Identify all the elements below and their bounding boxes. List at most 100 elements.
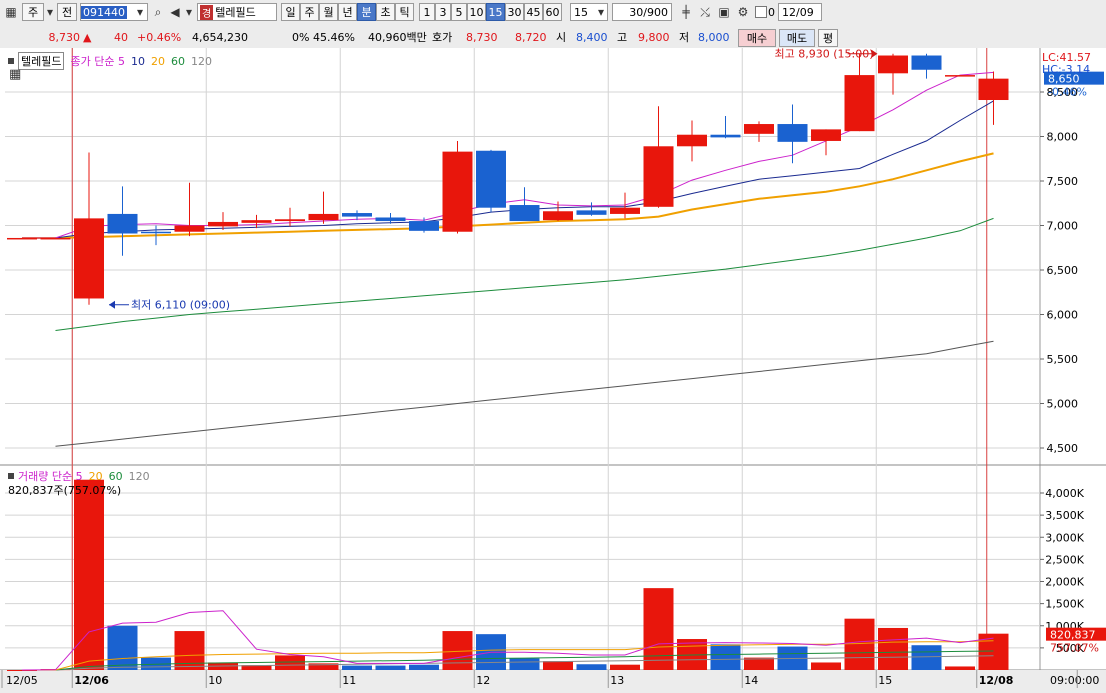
volume-bar [576, 664, 607, 670]
x-tick-label: 11 [342, 674, 356, 687]
date-field[interactable]: 12/09 [778, 3, 822, 21]
volume-bar [643, 588, 674, 670]
low-price: 8,000 [698, 30, 730, 44]
chevron-down-icon[interactable]: ▾ [183, 3, 195, 21]
candle-body [74, 218, 104, 299]
price-legend: 텔레필드 종가 단순 5 10 20 60 120 [8, 52, 212, 70]
candle-body [509, 205, 540, 222]
open-label: 시 [556, 31, 567, 44]
sell-button[interactable]: 매도 [779, 29, 815, 47]
eval-button[interactable]: 평 [818, 29, 838, 47]
period-button-3[interactable]: 년 [338, 3, 357, 21]
legend-ma10: 10 [130, 54, 145, 68]
candle-body [978, 78, 1009, 101]
volume-value: 4,654,230 [192, 30, 248, 44]
current-volume-pct: 757.07% [1050, 642, 1099, 655]
price-volume-chart[interactable]: 4,500 5,000 5,500 6,000 6,500 7,000 7,500 8,000… [0, 48, 1106, 693]
volume-bar [509, 658, 540, 670]
candle-body [610, 207, 640, 214]
candle-body [576, 210, 607, 215]
price-tick-label: 7,000 [1047, 220, 1079, 233]
low-label: 저 [679, 31, 690, 44]
trend-icon[interactable]: ⤯ [697, 3, 713, 21]
period-button-4[interactable]: 분 [357, 3, 376, 21]
candle-body [878, 55, 908, 74]
candle-body [442, 151, 473, 232]
price-tick-label: 7,500 [1047, 175, 1079, 188]
change-percent: +0.46% [137, 30, 182, 44]
speaker-icon[interactable]: ◀ [167, 3, 183, 21]
candle-body [174, 225, 205, 232]
high-label: 고 [617, 31, 628, 44]
chevron-down-icon[interactable]: ▾ [44, 3, 56, 21]
period-button-2[interactable]: 월 [319, 3, 338, 21]
stock-name-field[interactable]: 경 텔레필드 [197, 3, 277, 21]
candle-body [945, 75, 975, 77]
ask-price-2: 8,720 [515, 30, 547, 44]
minute-button-1[interactable]: 1 [419, 3, 435, 21]
candle-body [275, 219, 305, 222]
minute-button-3[interactable]: 3 [435, 3, 451, 21]
minute-button-10[interactable]: 10 [467, 3, 486, 21]
chevron-down-icon[interactable]: ▾ [133, 3, 147, 21]
candle-body [744, 124, 774, 134]
count-field[interactable]: 30/900 [612, 3, 672, 21]
volume-bar [911, 645, 942, 670]
checkbox[interactable] [755, 6, 767, 18]
price-tick-label: 8,000 [1047, 131, 1079, 144]
volume-current: 820,837주(757.07%) [8, 484, 122, 497]
price-tick-label: 6,500 [1047, 264, 1079, 277]
x-tick-label: 14 [744, 674, 758, 687]
volume-tick-label: 3,500K [1045, 509, 1084, 522]
minute-button-15[interactable]: 15 [486, 3, 505, 21]
x-tick-label: 15 [878, 674, 892, 687]
candle-body [811, 129, 841, 141]
chart-type-icon[interactable]: ▦ [3, 3, 19, 21]
minute-button-45[interactable]: 45 [524, 3, 543, 21]
candle-body [308, 213, 339, 221]
candle-body [777, 124, 808, 142]
period-button-6[interactable]: 틱 [395, 3, 414, 21]
x-tick-label: 12/05 [6, 674, 38, 687]
date-value: 12/09 [782, 5, 814, 19]
x-tick-label: 12 [476, 674, 490, 687]
volume-tick-label: 2,500K [1045, 553, 1084, 566]
x-tick-label: 10 [208, 674, 222, 687]
toolbar: ▦ 주 ▾ 전 091440 ▾ ⌕ ◀ ▾ 경 텔레필드 일주월년분초틱 13… [0, 0, 1106, 27]
prev-button[interactable]: 전 [57, 3, 77, 21]
high-annotation: 최고 8,930 (15:00) [775, 48, 874, 61]
x-tick-label: 09:00:00 [1050, 674, 1099, 687]
warning-badge: 경 [200, 4, 214, 20]
volume-bar [710, 644, 741, 670]
price-tick-label: 5,500 [1047, 353, 1079, 366]
checkbox-label: 0 [768, 5, 775, 19]
chevron-down-icon[interactable]: ▾ [594, 3, 608, 21]
price-axis-area [1040, 48, 1106, 693]
buy-button[interactable]: 매수 [738, 29, 776, 47]
candle-body [107, 213, 138, 234]
high-price: 9,800 [638, 30, 670, 44]
candle-body [643, 146, 674, 207]
volume-bar [945, 666, 975, 670]
search-icon[interactable]: ⌕ [150, 3, 166, 21]
save-icon[interactable]: ▣ [716, 3, 732, 21]
period-button-0[interactable]: 일 [281, 3, 300, 21]
period-button-5[interactable]: 초 [376, 3, 395, 21]
count-value: 30/900 [629, 5, 668, 19]
period-button-1[interactable]: 주 [300, 3, 319, 21]
market-type-select[interactable]: 주 [22, 3, 44, 21]
minute-button-30[interactable]: 30 [505, 3, 524, 21]
gear-icon[interactable]: ⚙ [735, 3, 751, 21]
minute-button-5[interactable]: 5 [451, 3, 467, 21]
volume-bar [74, 479, 104, 670]
x-axis-band [0, 670, 1106, 693]
grid-icon[interactable]: ▦ [9, 67, 21, 82]
candle-body [342, 213, 372, 217]
panel-marker-icon [8, 58, 14, 64]
candle-icon[interactable]: ╪ [678, 3, 694, 21]
candle-body [911, 55, 942, 70]
volume-bar [342, 665, 372, 670]
price-tick-label: 4,500 [1047, 442, 1079, 455]
minute-button-60[interactable]: 60 [543, 3, 562, 21]
volume-tick-label: 4,000K [1045, 487, 1084, 500]
